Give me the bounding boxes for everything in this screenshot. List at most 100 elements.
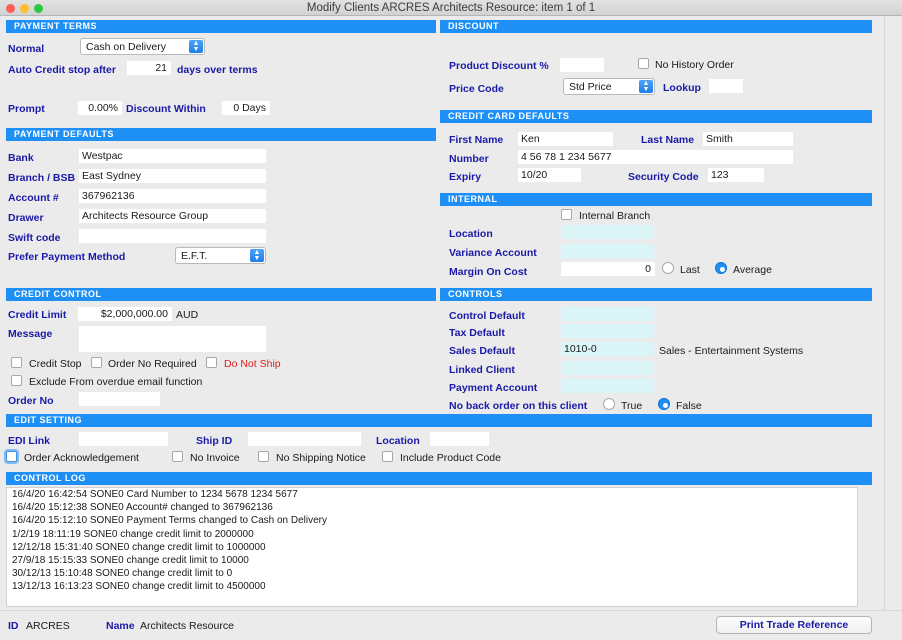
order-acknowledgement-checkbox[interactable]	[4, 449, 19, 464]
do-not-ship-checkbox[interactable]	[206, 357, 217, 368]
internal-branch-checkbox[interactable]	[561, 209, 572, 220]
label-discount-within: Discount Within	[126, 103, 206, 115]
label-no-back-order-true: True	[621, 400, 643, 412]
product-discount-input[interactable]	[560, 58, 604, 72]
label-edit-location: Location	[376, 435, 420, 447]
ship-id-input[interactable]	[248, 432, 361, 446]
discount-within-input[interactable]: 0 Days	[222, 101, 270, 115]
label-ship-id: Ship ID	[196, 435, 233, 447]
order-no-required-checkbox[interactable]	[91, 357, 102, 368]
label-security-code: Security Code	[628, 171, 699, 183]
chevron-updown-icon: ▲ ▼	[639, 80, 653, 93]
label-id: ID	[8, 620, 19, 632]
label-days-over-terms: days over terms	[177, 64, 258, 76]
security-code-input[interactable]: 123	[708, 168, 764, 182]
client-name-value: Architects Resource	[140, 620, 234, 632]
label-drawer: Drawer	[8, 212, 44, 224]
tax-default-input[interactable]	[561, 324, 654, 338]
section-header-internal: INTERNAL	[440, 193, 872, 206]
message-input[interactable]	[79, 326, 266, 352]
no-back-order-false-radio[interactable]	[658, 398, 670, 410]
label-bank: Bank	[8, 152, 34, 164]
label-variance-account: Variance Account	[449, 247, 537, 259]
no-history-order-checkbox[interactable]	[638, 58, 649, 69]
bank-input[interactable]: Westpac	[79, 149, 266, 163]
window-titlebar: Modify Clients ARCRES Architects Resourc…	[0, 0, 902, 16]
no-back-order-true-radio[interactable]	[603, 398, 615, 410]
sales-default-description: Sales - Entertainment Systems	[659, 345, 804, 357]
section-header-edit-setting: EDIT SETTING	[6, 414, 872, 427]
first-name-input[interactable]: Ken	[518, 132, 613, 146]
drawer-input[interactable]: Architects Resource Group	[79, 209, 266, 223]
margin-average-radio[interactable]	[715, 262, 727, 274]
label-auto-credit-stop: Auto Credit stop after	[8, 64, 116, 76]
credit-limit-currency: AUD	[176, 309, 199, 321]
payment-account-input[interactable]	[561, 379, 654, 393]
label-no-shipping-notice: No Shipping Notice	[276, 452, 366, 464]
credit-limit-input[interactable]: $2,000,000.00	[78, 307, 172, 321]
print-trade-reference-button[interactable]: Print Trade Reference	[716, 616, 872, 634]
label-order-no: Order No	[8, 395, 54, 407]
label-last-name: Last Name	[641, 134, 695, 146]
label-prefer-payment-method: Prefer Payment Method	[8, 251, 126, 263]
label-no-history-order: No History Order	[655, 59, 734, 71]
normal-terms-dropdown[interactable]: Cash on Delivery ▲ ▼	[80, 38, 205, 55]
section-header-payment-defaults: PAYMENT DEFAULTS	[6, 128, 436, 141]
control-log-entry[interactable]: 16/4/20 15:12:38 SONE0 Account# changed …	[7, 501, 857, 514]
label-margin-last: Last	[680, 264, 700, 276]
last-name-input[interactable]: Smith	[703, 132, 793, 146]
label-prompt: Prompt	[8, 103, 45, 115]
section-header-payment-terms: PAYMENT TERMS	[6, 20, 436, 33]
label-message: Message	[8, 328, 53, 340]
linked-client-input[interactable]	[561, 361, 654, 375]
swift-code-input[interactable]	[79, 229, 266, 243]
window-title: Modify Clients ARCRES Architects Resourc…	[306, 2, 596, 14]
credit-stop-checkbox[interactable]	[11, 357, 22, 368]
control-log-entry[interactable]: 27/9/18 15:15:33 SONE0 change credit lim…	[7, 554, 857, 567]
branch-bsb-input[interactable]: East Sydney	[79, 169, 266, 183]
edi-link-input[interactable]	[79, 432, 168, 446]
control-log-entry[interactable]: 30/12/13 15:10:48 SONE0 change credit li…	[7, 567, 857, 580]
section-header-control-log: CONTROL LOG	[6, 472, 872, 485]
expiry-input[interactable]: 10/20	[518, 168, 581, 182]
section-header-controls: CONTROLS	[440, 288, 872, 301]
control-log-listbox[interactable]: 16/4/20 16:42:54 SONE0 Card Number to 12…	[6, 487, 858, 607]
include-product-code-checkbox[interactable]	[382, 451, 393, 462]
lookup-input[interactable]	[709, 79, 743, 93]
label-first-name: First Name	[449, 134, 504, 146]
label-payment-account: Payment Account	[449, 382, 538, 394]
margin-last-radio[interactable]	[662, 262, 674, 274]
sales-default-input[interactable]: 1010-0	[561, 342, 654, 356]
section-header-credit-card-defaults: CREDIT CARD DEFAULTS	[440, 110, 872, 123]
chevron-updown-icon: ▲ ▼	[189, 40, 203, 53]
label-account-number: Account #	[8, 192, 59, 204]
control-log-entry[interactable]: 1/2/19 18:11:19 SONE0 change credit limi…	[7, 528, 857, 541]
edit-location-input[interactable]	[430, 432, 489, 446]
order-no-input[interactable]	[79, 392, 160, 406]
exclude-overdue-email-checkbox[interactable]	[11, 375, 22, 386]
control-log-entry[interactable]: 16/4/20 16:42:54 SONE0 Card Number to 12…	[7, 488, 857, 501]
variance-account-input[interactable]	[561, 244, 654, 258]
label-exclude-overdue-email: Exclude From overdue email function	[29, 376, 203, 388]
no-invoice-checkbox[interactable]	[172, 451, 183, 462]
account-number-input[interactable]: 367962136	[79, 189, 266, 203]
label-no-back-order-false: False	[676, 400, 702, 412]
label-normal: Normal	[8, 43, 45, 55]
no-shipping-notice-checkbox[interactable]	[258, 451, 269, 462]
control-log-entry[interactable]: 16/4/20 15:12:10 SONE0 Payment Terms cha…	[7, 514, 857, 527]
label-include-product-code: Include Product Code	[400, 452, 501, 464]
price-code-dropdown[interactable]: Std Price ▲ ▼	[563, 78, 655, 95]
prefer-payment-method-dropdown[interactable]: E.F.T. ▲ ▼	[175, 247, 266, 264]
label-margin-on-cost: Margin On Cost	[449, 266, 528, 278]
label-no-invoice: No Invoice	[190, 452, 240, 464]
client-id-value: ARCRES	[26, 620, 70, 632]
prompt-discount-input[interactable]: 0.00%	[78, 101, 122, 115]
chevron-updown-icon: ▲ ▼	[250, 249, 264, 262]
control-log-entry[interactable]: 12/12/18 15:31:40 SONE0 change credit li…	[7, 541, 857, 554]
auto-credit-days-input[interactable]: 21	[127, 61, 171, 75]
internal-location-input[interactable]	[561, 225, 654, 239]
margin-on-cost-input[interactable]: 0	[561, 262, 655, 276]
control-default-input[interactable]	[561, 307, 654, 321]
control-log-entry[interactable]: 13/12/13 16:13:23 SONE0 change credit li…	[7, 580, 857, 593]
card-number-input[interactable]: 4 56 78 1 234 5677	[518, 150, 793, 164]
